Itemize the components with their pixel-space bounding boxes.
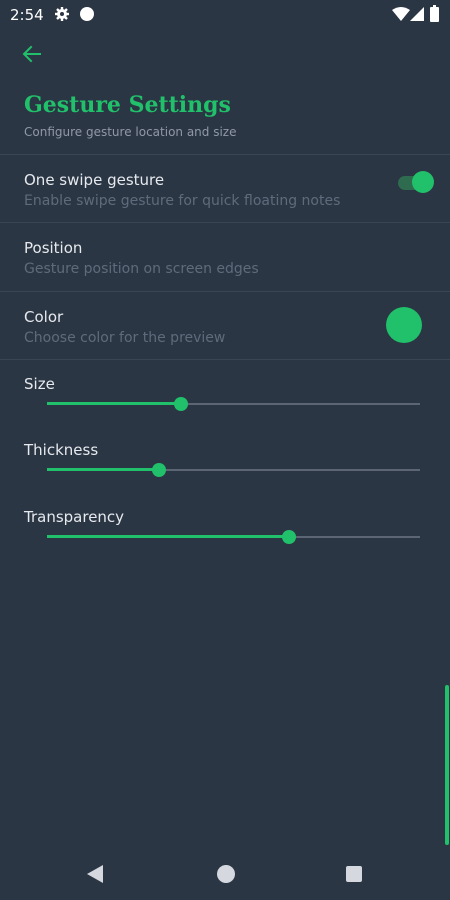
setting-row-color[interactable]: Color Choose color for the preview: [0, 291, 450, 360]
setting-row-swipe-gesture[interactable]: One swipe gesture Enable swipe gesture f…: [0, 154, 450, 223]
wifi-icon: [392, 7, 410, 21]
status-time: 2:54: [10, 6, 44, 24]
home-circle-icon[interactable]: [217, 865, 235, 883]
back-triangle-icon[interactable]: [86, 864, 104, 884]
status-bar: 2:54: [0, 0, 450, 30]
thickness-slider-label: Thickness: [24, 441, 99, 459]
color-preview-swatch[interactable]: [386, 307, 422, 343]
gear-icon: [55, 7, 69, 21]
recents-square-icon[interactable]: [346, 866, 362, 882]
setting-title: Position: [24, 239, 83, 257]
toggle-thumb: [412, 171, 434, 193]
slider-thumb[interactable]: [174, 397, 189, 411]
page-title: Gesture Settings: [24, 92, 231, 118]
slider-fill: [47, 402, 182, 405]
navigation-bar: [0, 850, 450, 900]
setting-title: Color: [24, 308, 64, 326]
setting-title: One swipe gesture: [24, 171, 165, 189]
setting-row-position[interactable]: Position Gesture position on screen edge…: [0, 222, 450, 291]
divider: [0, 359, 450, 360]
slider-fill: [47, 468, 159, 471]
back-arrow-icon[interactable]: [20, 42, 44, 66]
battery-icon: [430, 5, 439, 22]
thickness-slider[interactable]: [47, 463, 420, 477]
scroll-indicator: [445, 685, 449, 845]
slider-thumb[interactable]: [151, 463, 166, 477]
size-slider-label: Size: [24, 375, 55, 393]
size-slider[interactable]: [47, 397, 420, 411]
signal-icon: [410, 7, 424, 21]
setting-subtitle: Gesture position on screen edges: [24, 261, 259, 277]
setting-subtitle: Enable swipe gesture for quick floating …: [24, 193, 341, 209]
notification-dot-icon: [80, 7, 94, 21]
transparency-slider[interactable]: [47, 530, 420, 544]
transparency-slider-label: Transparency: [24, 508, 125, 526]
swipe-gesture-toggle[interactable]: [398, 171, 434, 195]
slider-fill: [47, 535, 290, 538]
slider-thumb[interactable]: [282, 530, 297, 544]
setting-subtitle: Choose color for the preview: [24, 330, 226, 346]
page-subtitle: Configure gesture location and size: [24, 125, 237, 139]
